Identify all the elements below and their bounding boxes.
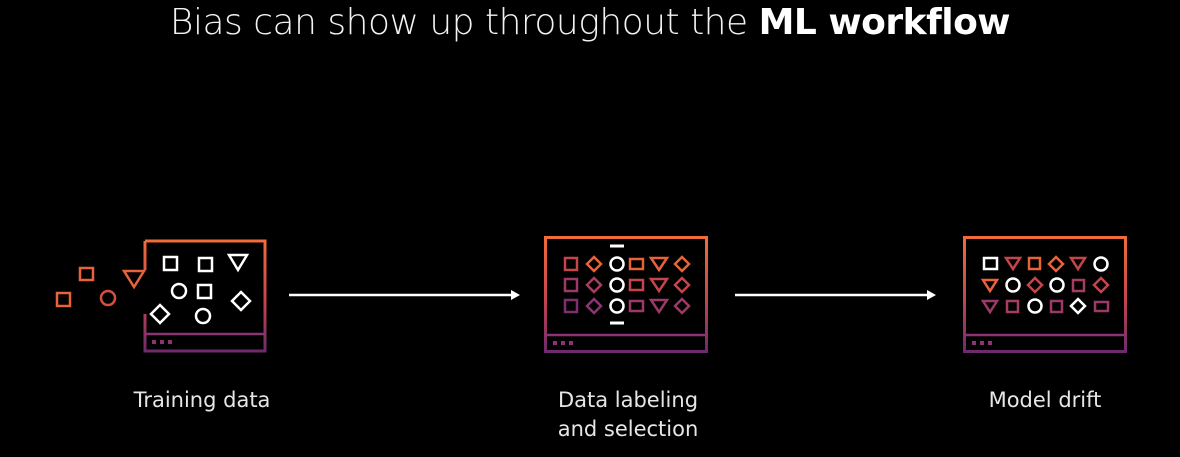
escaping-square [55, 291, 72, 308]
training-data-icon [55, 239, 267, 353]
arrow-1 [289, 290, 520, 300]
stage-caption-data-labeling: Data labeling and selection [528, 386, 728, 444]
data-labeling-icon [544, 236, 708, 353]
square-shape [162, 255, 179, 272]
square-shape [197, 256, 214, 273]
diamond-shape [149, 303, 171, 325]
circle-shape [194, 307, 212, 325]
escaping-square [78, 266, 95, 282]
triangle-shape [226, 253, 250, 273]
model-drift-icon [963, 236, 1127, 353]
escaping-circle [99, 289, 117, 307]
escaping-triangle [121, 269, 147, 290]
arrow-2 [735, 290, 936, 300]
stage-caption-model-drift: Model drift [945, 386, 1145, 415]
stage-caption-training-data: Training data [102, 386, 302, 415]
caption-line: Model drift [988, 388, 1102, 412]
diamond-shape [230, 290, 252, 312]
square-shape [196, 283, 213, 300]
caption-line: and selection [557, 417, 699, 441]
caption-line: Training data [133, 388, 271, 412]
circle-shape [170, 282, 188, 300]
caption-line: Data labeling [557, 388, 699, 412]
